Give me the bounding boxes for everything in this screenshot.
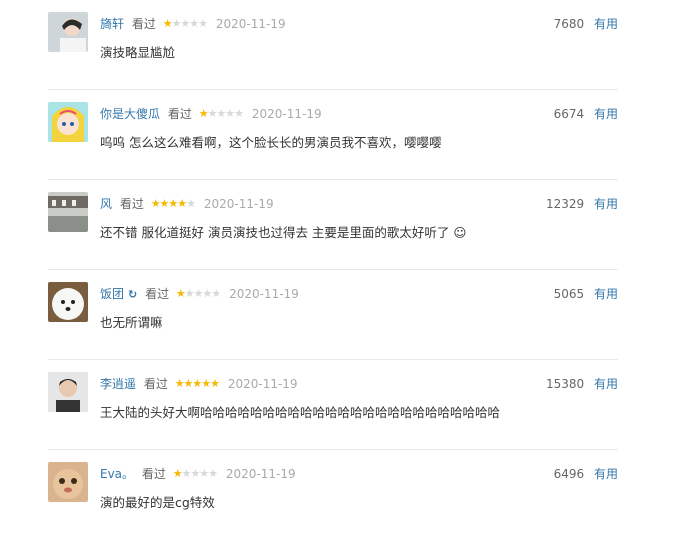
star-filled-icon: ★ bbox=[172, 467, 183, 480]
comment-item: 李逍遥 看过 ★★★★★ 2020-11-19 15380 有用 王大陆的头好大… bbox=[48, 360, 618, 450]
watch-status: 看过 bbox=[141, 467, 166, 481]
watch-status: 看过 bbox=[167, 107, 192, 121]
comment-time: 2020-11-19 bbox=[203, 197, 274, 211]
useful-button[interactable]: 有用 bbox=[594, 467, 618, 481]
useful-button[interactable]: 有用 bbox=[594, 107, 618, 121]
star-empty-icon: ★ bbox=[186, 197, 196, 210]
comment-time: 2020-11-19 bbox=[225, 467, 296, 481]
username-link[interactable]: 风 bbox=[100, 197, 112, 211]
rating-stars: ★★★★★ bbox=[150, 196, 196, 212]
vote-area: 7680 有用 bbox=[554, 16, 618, 32]
watch-status: 看过 bbox=[131, 17, 156, 31]
watch-status: 看过 bbox=[145, 287, 170, 301]
username-link[interactable]: 李逍遥 bbox=[100, 377, 136, 391]
avatar[interactable] bbox=[48, 12, 88, 52]
star-empty-icon: ★★★★ bbox=[181, 467, 218, 480]
comment-text: 也无所谓嘛 bbox=[100, 315, 163, 330]
comment-text: 呜呜 怎么这么难看啊，这个脸长长的男演员我不喜欢，嘤嘤嘤 bbox=[100, 135, 442, 150]
star-filled-icon: ★★★★★ bbox=[174, 377, 220, 390]
comment-meta: 风 看过 ★★★★★ 2020-11-19 bbox=[100, 196, 274, 212]
avatar-image bbox=[48, 102, 88, 142]
star-empty-icon: ★★★★ bbox=[207, 107, 244, 120]
avatar-image bbox=[48, 282, 88, 322]
comment-item: 饭团 ↻ 看过 ★★★★★ 2020-11-19 5065 有用 也无所谓嘛 bbox=[48, 270, 618, 360]
vote-count: 15380 bbox=[545, 377, 585, 391]
comment-item: 你是大傻瓜 看过 ★★★★★ 2020-11-19 6674 有用 呜呜 怎么这… bbox=[48, 90, 618, 180]
avatar[interactable] bbox=[48, 462, 88, 502]
comment-item: Eva。 看过 ★★★★★ 2020-11-19 6496 有用 演的最好的是c… bbox=[48, 450, 618, 540]
avatar[interactable] bbox=[48, 372, 88, 412]
username-link[interactable]: 饭团 bbox=[100, 287, 124, 301]
comment-meta: 李逍遥 看过 ★★★★★ 2020-11-19 bbox=[100, 376, 298, 392]
rating-stars: ★★★★★ bbox=[172, 466, 218, 482]
watch-status: 看过 bbox=[119, 197, 144, 211]
useful-button[interactable]: 有用 bbox=[594, 197, 618, 211]
star-filled-icon: ★ bbox=[198, 107, 209, 120]
useful-button[interactable]: 有用 bbox=[594, 17, 618, 31]
vote-count: 7680 bbox=[553, 17, 585, 31]
vote-count: 5065 bbox=[553, 287, 585, 301]
star-empty-icon: ★★★★ bbox=[184, 287, 221, 300]
rating-stars: ★★★★★ bbox=[174, 376, 220, 392]
verified-badge-icon: ↻ bbox=[128, 288, 138, 301]
avatar[interactable] bbox=[48, 102, 88, 142]
username-link[interactable]: 旖轩 bbox=[100, 17, 124, 31]
username-link[interactable]: Eva。 bbox=[100, 467, 134, 481]
vote-area: 6496 有用 bbox=[554, 466, 618, 482]
vote-area: 15380 有用 bbox=[546, 376, 618, 392]
vote-count: 6496 bbox=[553, 467, 585, 481]
comment-meta: Eva。 看过 ★★★★★ 2020-11-19 bbox=[100, 466, 296, 482]
avatar-image bbox=[48, 372, 88, 412]
star-filled-icon: ★★★★ bbox=[150, 197, 187, 210]
avatar-image bbox=[48, 462, 88, 502]
avatar-image bbox=[48, 12, 88, 52]
comment-time: 2020-11-19 bbox=[215, 17, 286, 31]
comment-time: 2020-11-19 bbox=[227, 377, 298, 391]
rating-stars: ★★★★★ bbox=[162, 16, 208, 32]
watch-status: 看过 bbox=[143, 377, 168, 391]
avatar-image bbox=[48, 192, 88, 232]
comment-list: 旖轩 看过 ★★★★★ 2020-11-19 7680 有用 演技略显尴尬 你是… bbox=[0, 0, 700, 520]
useful-button[interactable]: 有用 bbox=[594, 377, 618, 391]
vote-area: 5065 有用 bbox=[554, 286, 618, 302]
comment-text: 还不错 服化道挺好 演员演技也过得去 主要是里面的歌太好听了 ☺ bbox=[100, 225, 467, 240]
comment-item: 风 看过 ★★★★★ 2020-11-19 12329 有用 还不错 服化道挺好… bbox=[48, 180, 618, 270]
comment-text: 演的最好的是cg特效 bbox=[100, 495, 215, 510]
comment-meta: 你是大傻瓜 看过 ★★★★★ 2020-11-19 bbox=[100, 106, 322, 122]
comment-item: 旖轩 看过 ★★★★★ 2020-11-19 7680 有用 演技略显尴尬 bbox=[48, 0, 618, 90]
useful-button[interactable]: 有用 bbox=[594, 287, 618, 301]
comment-text: 王大陆的头好大啊哈哈哈哈哈哈哈哈哈哈哈哈哈哈哈哈哈哈哈哈哈哈哈哈 bbox=[100, 405, 501, 420]
comment-time: 2020-11-19 bbox=[251, 107, 322, 121]
star-empty-icon: ★★★★ bbox=[171, 17, 208, 30]
comment-meta: 饭团 ↻ 看过 ★★★★★ 2020-11-19 bbox=[100, 286, 299, 302]
rating-stars: ★★★★★ bbox=[198, 106, 244, 122]
avatar[interactable] bbox=[48, 282, 88, 322]
comment-meta: 旖轩 看过 ★★★★★ 2020-11-19 bbox=[100, 16, 286, 32]
comment-text: 演技略显尴尬 bbox=[100, 45, 176, 60]
vote-count: 12329 bbox=[545, 197, 585, 211]
vote-count: 6674 bbox=[553, 107, 585, 121]
comment-time: 2020-11-19 bbox=[229, 287, 299, 301]
star-filled-icon: ★ bbox=[162, 17, 173, 30]
rating-stars: ★★★★★ bbox=[175, 286, 221, 302]
username-link[interactable]: 你是大傻瓜 bbox=[100, 107, 160, 121]
avatar[interactable] bbox=[48, 192, 88, 232]
vote-area: 6674 有用 bbox=[554, 106, 618, 122]
vote-area: 12329 有用 bbox=[546, 196, 618, 212]
star-filled-icon: ★ bbox=[175, 287, 186, 300]
